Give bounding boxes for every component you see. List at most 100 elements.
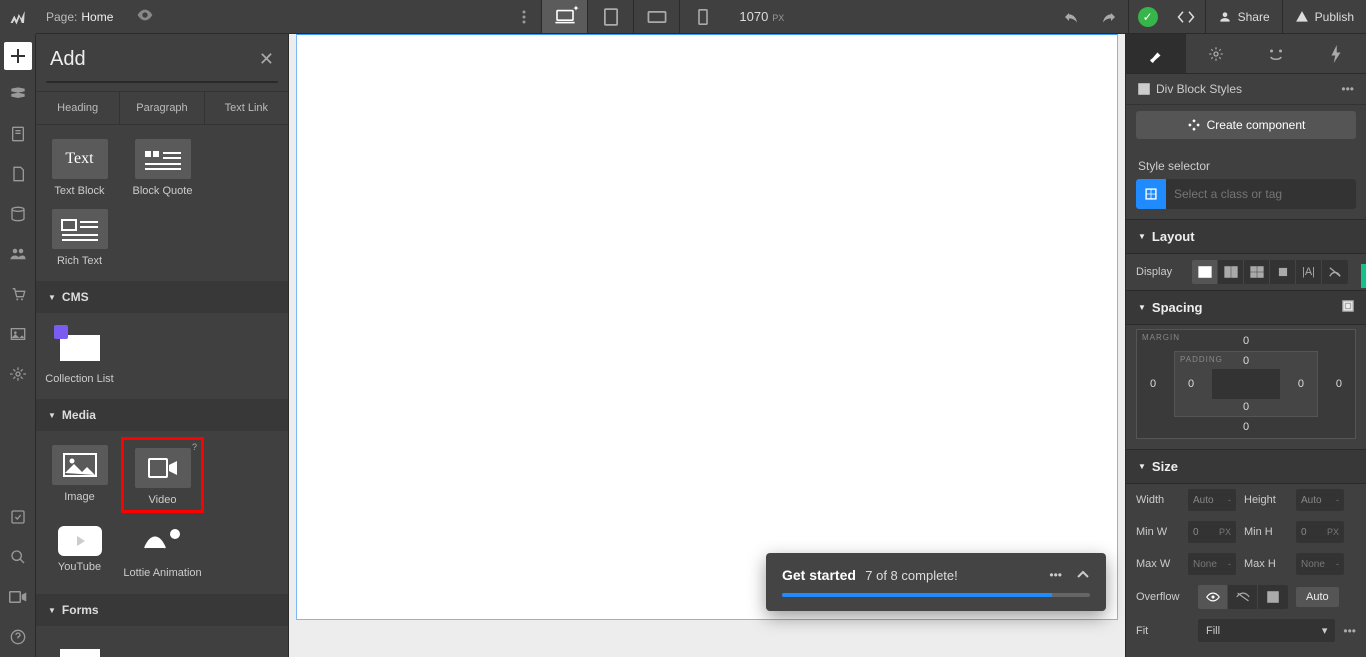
device-phone[interactable]: [679, 0, 725, 33]
selected-element-label: Div Block Styles: [1156, 82, 1242, 96]
settings-tab-icon[interactable]: [1186, 34, 1246, 73]
publish-button[interactable]: Publish: [1283, 10, 1366, 24]
cms-icon[interactable]: [0, 194, 35, 234]
quick-heading[interactable]: Heading: [36, 92, 120, 124]
page-label-prefix: Page:: [46, 10, 77, 24]
class-input[interactable]: [1166, 179, 1356, 209]
more-menu-icon[interactable]: [507, 10, 541, 24]
ecommerce-icon[interactable]: [0, 274, 35, 314]
margin-right[interactable]: 0: [1336, 378, 1342, 390]
fit-more-icon[interactable]: •••: [1343, 624, 1356, 638]
tab-layouts[interactable]: Layouts: [162, 82, 277, 83]
quick-paragraph[interactable]: Paragraph: [120, 92, 204, 124]
minh-input[interactable]: 0PX: [1296, 521, 1344, 543]
element-block-quote[interactable]: Block Quote: [121, 131, 204, 201]
element-lottie[interactable]: Lottie Animation: [121, 513, 204, 584]
element-youtube[interactable]: YouTube: [38, 513, 121, 584]
share-button[interactable]: Share: [1206, 10, 1282, 24]
webflow-logo[interactable]: [0, 0, 36, 34]
width-input[interactable]: Auto-: [1188, 489, 1236, 511]
tab-elements[interactable]: Elements: [47, 82, 162, 83]
maxw-input[interactable]: None-: [1188, 553, 1236, 575]
quote-icon: [135, 139, 191, 179]
margin-bottom[interactable]: 0: [1243, 421, 1249, 433]
display-grid-icon[interactable]: [1244, 260, 1270, 284]
add-elements-icon[interactable]: [4, 42, 32, 70]
progress-bar: [782, 593, 1090, 597]
form-block-icon: [52, 640, 108, 657]
quick-textlink[interactable]: Text Link: [205, 92, 288, 124]
overflow-visible-icon[interactable]: [1198, 585, 1228, 609]
audit-icon[interactable]: [0, 497, 35, 537]
padding-bottom[interactable]: 0: [1243, 401, 1249, 413]
users-icon[interactable]: [0, 234, 35, 274]
get-started-toast: Get started 7 of 8 complete! •••: [766, 553, 1106, 611]
canvas[interactable]: [296, 34, 1118, 620]
padding-top[interactable]: 0: [1243, 355, 1249, 367]
overflow-hidden-icon[interactable]: [1228, 585, 1258, 609]
element-video[interactable]: ? Video: [121, 437, 204, 513]
pages-icon[interactable]: [0, 114, 35, 154]
navigator-icon[interactable]: [0, 74, 35, 114]
assets-icon[interactable]: [0, 154, 35, 194]
section-cms[interactable]: ▼CMS: [36, 281, 288, 313]
display-flex-icon[interactable]: [1218, 260, 1244, 284]
element-text-block[interactable]: Text Text Block: [38, 131, 121, 201]
spacing-editor[interactable]: MARGIN PADDING 0 0 0 0 0 0 0 0: [1136, 329, 1356, 439]
element-image[interactable]: Image: [38, 437, 121, 513]
element-rich-text[interactable]: Rich Text: [38, 201, 121, 271]
element-label[interactable]: Label: [121, 632, 204, 657]
margin-left[interactable]: 0: [1150, 378, 1156, 390]
spacing-section-header[interactable]: ▼Spacing: [1126, 290, 1366, 325]
style-tab-icon[interactable]: [1126, 34, 1186, 73]
device-landscape-phone[interactable]: [633, 0, 679, 33]
class-selector[interactable]: [1136, 179, 1356, 209]
search-icon[interactable]: [0, 537, 35, 577]
export-code-icon[interactable]: [1167, 0, 1205, 34]
display-inline-block-icon[interactable]: [1270, 260, 1296, 284]
close-icon[interactable]: ✕: [259, 49, 274, 70]
device-tablet[interactable]: [587, 0, 633, 33]
video-tutorial-icon[interactable]: [0, 577, 35, 617]
display-inline-icon[interactable]: |A|: [1296, 260, 1322, 284]
more-icon[interactable]: •••: [1341, 82, 1354, 96]
toast-more-icon[interactable]: •••: [1049, 568, 1062, 582]
status-ok-icon[interactable]: ✓: [1129, 0, 1167, 34]
viewport-width[interactable]: 1070PX: [725, 9, 798, 24]
device-desktop[interactable]: ✦: [541, 0, 587, 33]
page-selector[interactable]: Page: Home: [36, 10, 123, 24]
padding-right[interactable]: 0: [1298, 378, 1304, 390]
overflow-auto-button[interactable]: Auto: [1296, 587, 1339, 607]
redo-icon[interactable]: [1090, 0, 1128, 34]
add-panel-title: Add: [50, 48, 86, 71]
section-forms[interactable]: ▼Forms: [36, 594, 288, 626]
help-icon[interactable]: ?: [192, 442, 197, 452]
settings-icon[interactable]: [0, 354, 35, 394]
section-media[interactable]: ▼Media: [36, 399, 288, 431]
toast-collapse-icon[interactable]: [1076, 568, 1090, 582]
maxh-input[interactable]: None-: [1296, 553, 1344, 575]
padding-left[interactable]: 0: [1188, 378, 1194, 390]
cms-badge-icon: [54, 325, 68, 339]
margin-top[interactable]: 0: [1243, 335, 1249, 347]
element-collection-list[interactable]: Collection List: [38, 319, 121, 389]
element-form-block[interactable]: [38, 632, 121, 657]
height-input[interactable]: Auto-: [1296, 489, 1344, 511]
image-icon[interactable]: [0, 314, 35, 354]
overflow-scroll-icon[interactable]: [1258, 585, 1288, 609]
undo-icon[interactable]: [1052, 0, 1090, 34]
layout-section-header[interactable]: ▼Layout: [1126, 219, 1366, 254]
richtext-icon: [52, 209, 108, 249]
help-icon[interactable]: [0, 617, 35, 657]
minw-input[interactable]: 0PX: [1188, 521, 1236, 543]
interactions-tab-icon[interactable]: [1246, 34, 1306, 73]
display-none-icon[interactable]: [1322, 260, 1348, 284]
display-label: Display: [1136, 266, 1186, 278]
spacing-expand-icon[interactable]: [1342, 300, 1354, 315]
display-block-icon[interactable]: [1192, 260, 1218, 284]
size-section-header[interactable]: ▼Size: [1126, 449, 1366, 484]
create-component-button[interactable]: Create component: [1136, 111, 1356, 139]
effects-tab-icon[interactable]: [1306, 34, 1366, 73]
preview-toggle-icon[interactable]: [123, 9, 167, 24]
fit-select[interactable]: Fill▾: [1198, 619, 1335, 642]
